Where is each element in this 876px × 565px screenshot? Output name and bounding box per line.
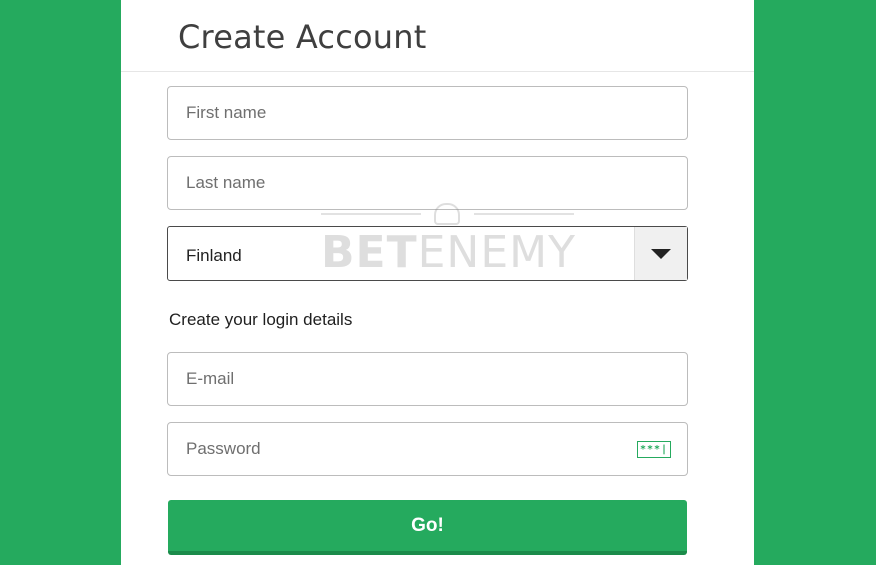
country-select-value: Finland	[186, 246, 242, 265]
create-account-modal: Create Account Finland BETENEMY Create y…	[121, 0, 754, 565]
email-input[interactable]	[168, 353, 687, 405]
password-manager-icon[interactable]: ***|	[637, 441, 671, 458]
country-select[interactable]: Finland	[167, 226, 688, 281]
page-title: Create Account	[178, 18, 427, 56]
watermark-line-right	[474, 213, 574, 215]
first-name-input[interactable]	[168, 87, 687, 139]
modal-header: Create Account	[121, 0, 754, 72]
password-field[interactable]: ***|	[167, 422, 688, 476]
password-input[interactable]	[168, 423, 687, 475]
last-name-input[interactable]	[168, 157, 687, 209]
email-field[interactable]	[167, 352, 688, 406]
submit-button[interactable]: Go!	[168, 500, 687, 555]
country-dropdown-button[interactable]	[634, 227, 687, 280]
chevron-down-icon	[651, 249, 671, 259]
last-name-field[interactable]	[167, 156, 688, 210]
first-name-field[interactable]	[167, 86, 688, 140]
login-details-label: Create your login details	[169, 310, 353, 329]
watermark-line-left	[321, 213, 421, 215]
